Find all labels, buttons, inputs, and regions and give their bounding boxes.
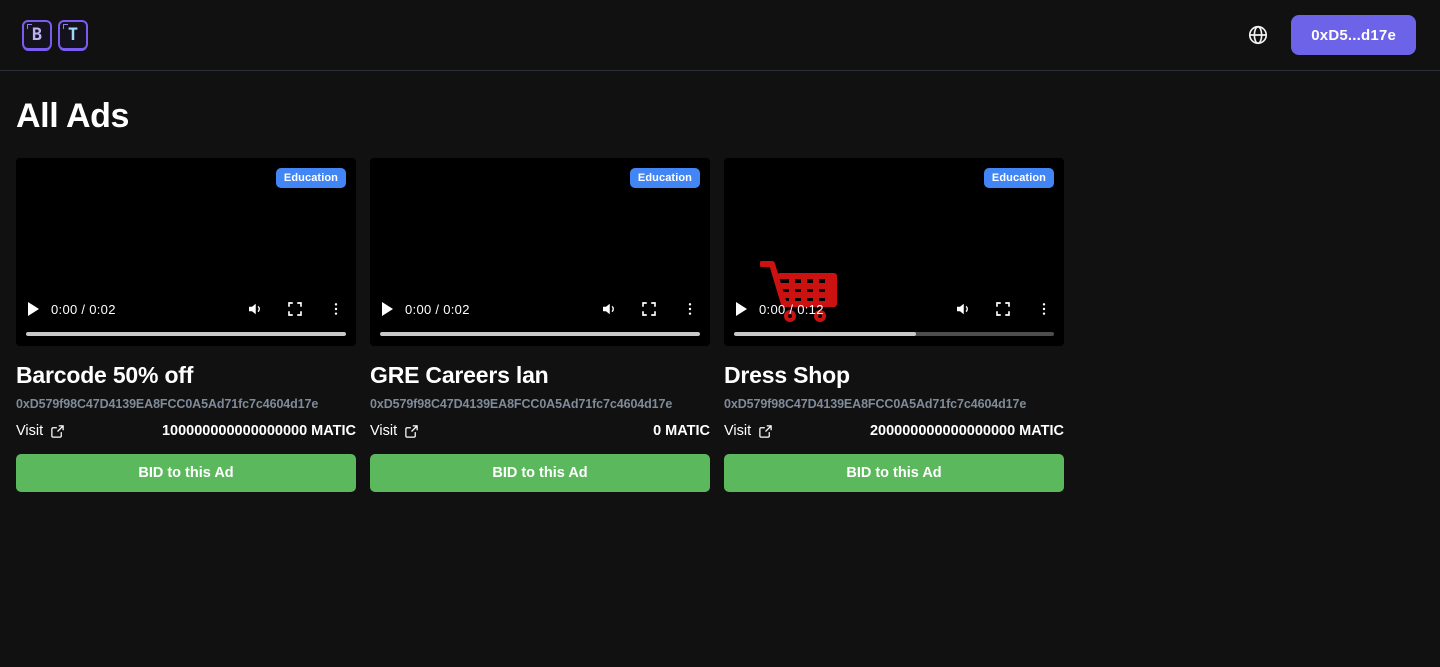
external-link-icon: [404, 424, 419, 439]
category-badge: Education: [275, 168, 346, 188]
ad-bid-amount: 100000000000000000 MATIC: [161, 423, 356, 439]
play-icon[interactable]: [28, 302, 39, 316]
ad-meta-row: Visit 200000000000000000 MATIC: [724, 423, 1064, 439]
more-options-icon[interactable]: [1012, 300, 1052, 318]
video-progress-fill: [26, 332, 346, 336]
volume-icon[interactable]: [224, 300, 264, 318]
visit-link[interactable]: Visit: [16, 423, 65, 439]
video-controls: 0:00 / 0:02: [16, 294, 356, 324]
wallet-address-button[interactable]: 0xD5...d17e: [1291, 15, 1416, 55]
video-controls: 0:00 / 0:12: [724, 294, 1064, 324]
visit-label: Visit: [724, 423, 752, 439]
ad-card: Education 0:00 / 0:12 Dress Shop 0xD579f…: [724, 158, 1064, 492]
visit-link[interactable]: Visit: [724, 423, 773, 439]
logo-tile-t: T: [58, 20, 88, 50]
fullscreen-icon[interactable]: [972, 300, 1012, 318]
ad-bid-amount: 200000000000000000 MATIC: [869, 423, 1064, 439]
video-player[interactable]: Education 0:00 / 0:02: [370, 158, 710, 346]
app-header: B T 0xD5...d17e: [0, 0, 1440, 71]
video-timecode: 0:00 / 0:12: [759, 301, 824, 317]
globe-icon[interactable]: [1247, 24, 1269, 46]
visit-label: Visit: [370, 423, 398, 439]
ad-meta-row: Visit 100000000000000000 MATIC: [16, 423, 356, 439]
volume-icon[interactable]: [932, 300, 972, 318]
play-icon[interactable]: [736, 302, 747, 316]
ad-meta-row: Visit 0 MATIC: [370, 423, 710, 439]
ad-title: Barcode 50% off: [16, 362, 194, 388]
volume-icon[interactable]: [578, 300, 618, 318]
bid-button[interactable]: BID to this Ad: [16, 454, 356, 492]
ad-title: GRE Careers lan: [370, 362, 549, 388]
video-controls: 0:00 / 0:02: [370, 294, 710, 324]
ad-owner-address: 0xD579f98C47D4139EA8FCC0A5Ad71fc7c4604d1…: [370, 397, 673, 411]
fullscreen-icon[interactable]: [264, 300, 304, 318]
video-progress-fill: [380, 332, 700, 336]
external-link-icon: [50, 424, 65, 439]
ad-title: Dress Shop: [724, 362, 850, 388]
app-logo[interactable]: B T: [22, 20, 88, 50]
category-badge: Education: [983, 168, 1054, 188]
bid-button[interactable]: BID to this Ad: [724, 454, 1064, 492]
video-progress-bar[interactable]: [734, 332, 1054, 336]
header-actions: 0xD5...d17e: [1247, 15, 1416, 55]
video-player[interactable]: Education 0:00 / 0:02: [16, 158, 356, 346]
category-badge: Education: [629, 168, 700, 188]
fullscreen-icon[interactable]: [618, 300, 658, 318]
logo-tile-b: B: [22, 20, 52, 50]
visit-link[interactable]: Visit: [370, 423, 419, 439]
ad-owner-address: 0xD579f98C47D4139EA8FCC0A5Ad71fc7c4604d1…: [724, 397, 1027, 411]
visit-label: Visit: [16, 423, 44, 439]
video-progress-bar[interactable]: [380, 332, 700, 336]
more-options-icon[interactable]: [658, 300, 698, 318]
play-icon[interactable]: [382, 302, 393, 316]
video-player[interactable]: Education 0:00 / 0:12: [724, 158, 1064, 346]
more-options-icon[interactable]: [304, 300, 344, 318]
video-progress-fill: [734, 332, 917, 336]
ad-card: Education 0:00 / 0:02: [370, 158, 710, 492]
video-timecode: 0:00 / 0:02: [405, 301, 470, 317]
bid-button[interactable]: BID to this Ad: [370, 454, 710, 492]
ad-owner-address: 0xD579f98C47D4139EA8FCC0A5Ad71fc7c4604d1…: [16, 397, 319, 411]
video-progress-bar[interactable]: [26, 332, 346, 336]
external-link-icon: [758, 424, 773, 439]
page-title: All Ads: [16, 97, 130, 135]
ads-grid: Education 0:00 / 0:02 Barcode 50% off 0x…: [16, 158, 1424, 492]
video-timecode: 0:00 / 0:02: [51, 301, 116, 317]
ad-card: Education 0:00 / 0:02: [16, 158, 356, 492]
ad-bid-amount: 0 MATIC: [653, 423, 710, 439]
page-content: All Ads Education 0:00 / 0:02 Barcode 50…: [0, 97, 1440, 492]
